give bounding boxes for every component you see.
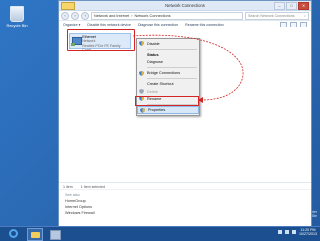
menu-separator: [147, 48, 197, 50]
search-placeholder: Search Network Connections: [248, 13, 295, 18]
see-also-heading: See also: [65, 193, 80, 197]
close-button[interactable]: ✕: [298, 2, 309, 10]
menu-separator: [147, 67, 197, 69]
chevron-right-icon: ›: [131, 13, 133, 18]
menu-label: Disable: [147, 41, 160, 46]
search-icon: ⌕: [303, 13, 306, 18]
menu-item-status[interactable]: Status: [137, 51, 199, 58]
internet-explorer-button[interactable]: [6, 228, 20, 239]
clock[interactable]: 11:20 PM 10/27/2013: [299, 228, 317, 237]
minimize-button[interactable]: –: [274, 2, 285, 10]
volume-icon[interactable]: [292, 230, 296, 235]
recycle-bin-icon: [10, 6, 24, 22]
menu-item-properties[interactable]: Properties: [137, 106, 199, 114]
shield-icon: [139, 70, 144, 76]
menu-label: Properties: [148, 107, 166, 112]
menu-separator: [147, 78, 197, 80]
internet-explorer-icon: [8, 229, 18, 238]
item-count: 1 item: [63, 184, 73, 189]
flag-icon[interactable]: [278, 230, 282, 235]
shield-icon: [139, 88, 144, 94]
breadcrumb-root[interactable]: Network and Internet: [94, 14, 129, 18]
system-tray: 11:20 PM 10/27/2013: [278, 228, 317, 237]
menu-label: Bridge Connections: [147, 71, 181, 76]
menu-item-create-shortcut[interactable]: Create Shortcut: [137, 81, 199, 88]
menu-label: Diagnose: [147, 59, 164, 64]
see-also-firewall-link[interactable]: Windows Firewall: [65, 211, 305, 217]
control-panel-icon: [49, 230, 61, 240]
recycle-bin[interactable]: Recycle Bin: [6, 6, 28, 28]
folder-icon: [30, 232, 40, 238]
file-explorer-button[interactable]: [27, 228, 43, 241]
address-bar-row: ‹ › ↑ Network and Internet › Network Con…: [59, 11, 311, 21]
taskbar: 11:20 PM 10/27/2013: [0, 226, 320, 241]
menu-item-diagnose[interactable]: Diagnose: [137, 58, 199, 65]
shield-icon: [140, 108, 145, 114]
recycle-bin-label: Recycle Bin: [6, 23, 28, 28]
control-panel-button[interactable]: [48, 228, 62, 240]
breadcrumb-current[interactable]: Network Connections: [135, 14, 171, 18]
menu-label: Status: [147, 52, 159, 57]
title-bar[interactable]: Network Connections – □ ✕: [59, 1, 311, 11]
up-arrow-icon[interactable]: ↑: [81, 11, 89, 20]
network-icon[interactable]: [285, 230, 289, 235]
maximize-button[interactable]: □: [286, 2, 297, 10]
see-also-panel: See also HomeGroup Internet Options Wind…: [59, 189, 311, 226]
menu-label: Create Shortcut: [147, 82, 174, 87]
search-input[interactable]: Search Network Connections ⌕: [245, 11, 309, 20]
clock-date: 10/27/2013: [299, 232, 317, 237]
menu-item-bridge-connections[interactable]: Bridge Connections: [137, 70, 199, 77]
annotation-highlight-properties: [135, 96, 199, 106]
shield-icon: [139, 41, 144, 46]
address-bar[interactable]: Network and Internet › Network Connectio…: [91, 11, 243, 20]
annotation-highlight-connection: [67, 29, 135, 51]
menu-item-delete: Delete: [137, 88, 199, 95]
back-arrow-icon[interactable]: ‹: [61, 11, 69, 20]
selected-count: 1 item selected: [80, 184, 105, 189]
menu-label: Delete: [147, 89, 158, 94]
forward-arrow-icon[interactable]: ›: [71, 11, 79, 20]
menu-item-disable[interactable]: Disable: [137, 40, 199, 47]
